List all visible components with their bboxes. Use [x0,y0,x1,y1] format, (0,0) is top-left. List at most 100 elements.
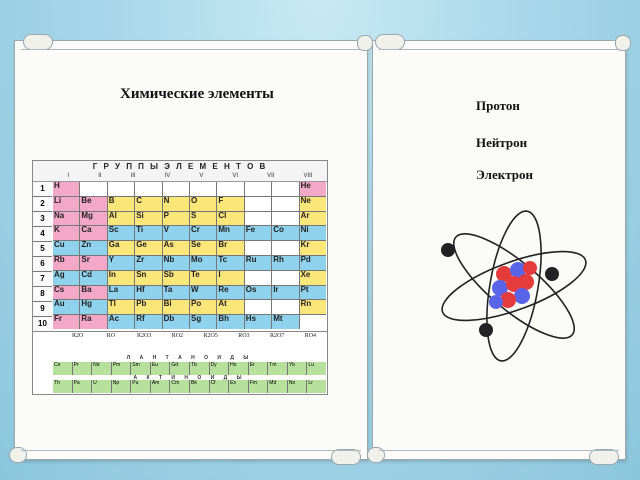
element-cell: Ce [53,362,72,375]
element-cell: Mt [272,315,299,329]
element-cell: Fr [53,315,80,329]
element-cell [162,182,189,196]
element-cell [299,315,326,329]
element-cell [272,241,299,255]
oxide-formula: RO [106,333,116,339]
element-cell: Fm [248,380,268,393]
element-cell: Nd [92,362,111,375]
atom-illustration [441,210,587,362]
scroll-roll-line [21,49,361,50]
element-cell: Cr [189,226,217,241]
element-cell: Mo [189,256,217,270]
element-cell: Ag [53,270,80,285]
oxide-formula: R2O [71,333,84,339]
electron [479,323,493,337]
element-cell: Er [248,362,268,375]
element-cell: Ca [80,226,107,241]
element-cell: Zn [80,241,107,255]
element-cell: Ga [107,241,135,255]
lanthanides-row: Ce Pr Nd Pm Sm Eu Gd Tb Dy Ho Er Tm Yb Lu [53,362,326,375]
element-cell: Ac [107,315,135,329]
element-cell: Rb [53,256,80,270]
scroll-curl [589,449,619,465]
element-cell: At [217,300,244,315]
element-cell: Al [107,211,135,226]
element-cell: Pb [135,300,162,315]
element-cell: N [162,196,189,211]
element-cell: Ho [229,362,248,375]
slide-title: Химические элементы [120,86,274,102]
group-number: VII [267,173,275,179]
scroll-roll-line [379,450,619,451]
element-cell: Br [217,241,244,255]
oxide-formula: RO4 [304,333,317,339]
electron [441,243,455,257]
electron [545,267,559,281]
element-cell [80,182,107,196]
actinides-row: Th Pa U Np Pu Am Cm Bk Cf Es Fm Md No Lr [53,380,326,393]
element-cell: Dy [209,362,229,375]
element-cell: Ru [244,256,272,270]
element-cell: V [162,226,189,241]
element-cell: Gd [170,362,189,375]
element-cell [244,211,272,226]
element-cell: Se [189,241,217,255]
element-cell: Bk [189,380,209,393]
element-cell: Cl [217,211,244,226]
element-cell: Pd [299,256,326,270]
lanthanides-label: Л А Н Т А Н О И Д Ы [126,355,253,361]
element-cell: F [217,196,244,211]
element-cell: Po [189,300,217,315]
period-number: 4 [33,227,52,241]
element-cell [244,196,272,211]
element-cell: Sn [135,270,162,285]
element-cell: Os [244,285,272,300]
oxide-formula: R2O5 [203,333,218,339]
element-cell: Kr [299,241,326,255]
element-cell: Pt [299,285,326,300]
scroll-curl [331,449,361,465]
group-number: V [199,173,204,179]
element-cell: Th [53,380,72,393]
period-numbers: 1 2 3 4 5 6 7 8 9 10 [33,182,52,331]
element-cell: Am [150,380,170,393]
element-cell: Cm [170,380,189,393]
element-cell: As [162,241,189,255]
element-cell: Ti [135,226,162,241]
element-cell: Xe [299,270,326,285]
element-cell [217,182,244,196]
element-cell [244,241,272,255]
formula-row-label [33,332,61,354]
element-cell: H [53,182,80,196]
element-cell: Ni [299,226,326,241]
element-cell: Nb [162,256,189,270]
element-cell: K [53,226,80,241]
group-number: III [130,173,136,179]
element-cell: Lr [307,380,326,393]
element-cell: Tl [107,300,135,315]
element-cell [272,196,299,211]
periodic-table-image: Г Р У П П Ы Э Л Е М Е Н Т О В I II III IV V V… [32,160,328,395]
element-cell: Db [162,315,189,329]
element-cell: Mg [80,211,107,226]
element-cell: Pr [72,362,92,375]
period-number: 1 [33,182,52,196]
element-cell: Ge [135,241,162,255]
period-number: 8 [33,287,52,301]
element-cell: Sr [80,256,107,270]
group-numbers: I II III IV V VI VII VIII [53,173,327,181]
group-number: VI [232,173,239,179]
group-number: I [67,173,70,179]
element-cell: Bh [217,315,244,329]
element-cell: B [107,196,135,211]
element-cell: Ar [299,211,326,226]
element-cell: In [107,270,135,285]
element-cell [272,300,299,315]
element-cell: Cd [80,270,107,285]
group-number: IV [164,173,171,179]
element-cell: Ta [162,285,189,300]
period-number: 10 [33,317,52,331]
element-cell: Hs [244,315,272,329]
element-cell: La [107,285,135,300]
element-cell: Ir [272,285,299,300]
